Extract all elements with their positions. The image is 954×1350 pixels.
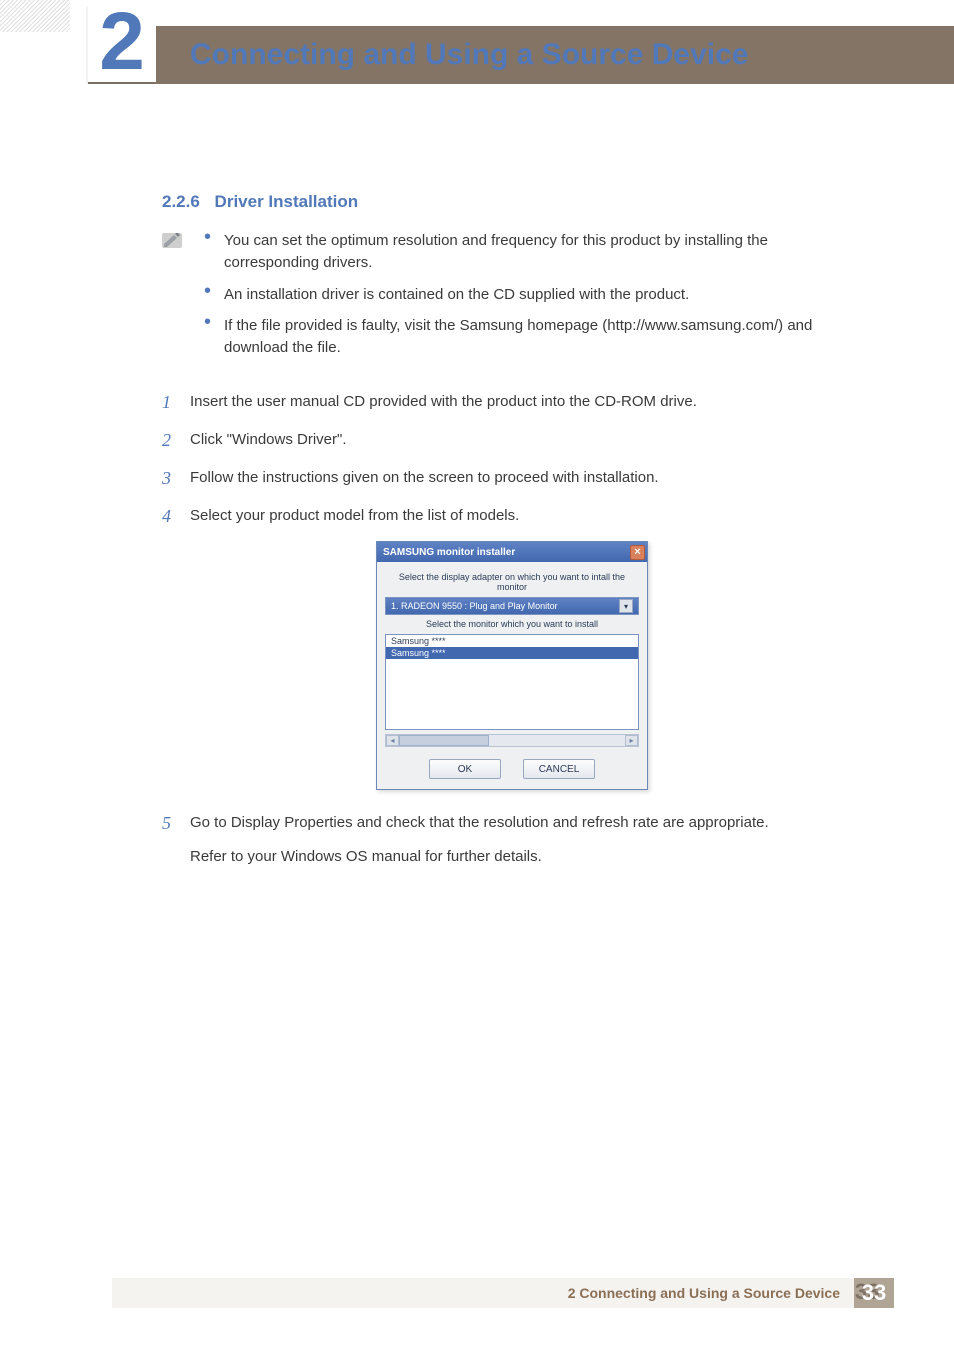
chapter-badge: 2 [88, 2, 156, 82]
ok-button[interactable]: OK [429, 759, 501, 779]
step-text: Click "Windows Driver". [190, 427, 862, 453]
step-item: 4 Select your product model from the lis… [162, 503, 862, 529]
chevron-down-icon: ▾ [619, 599, 633, 613]
installer-dialog: SAMSUNG monitor installer × Select the d… [376, 541, 648, 790]
step-item: 3 Follow the instructions given on the s… [162, 465, 862, 491]
note-item: • You can set the optimum resolution and… [204, 230, 862, 274]
scroll-left-icon[interactable]: ◂ [386, 735, 399, 746]
bullet-icon: • [204, 284, 224, 306]
note-text: An installation driver is contained on t… [224, 284, 862, 306]
step-number: 3 [162, 465, 190, 491]
section-number: 2.2.6 [162, 192, 200, 211]
scroll-thumb[interactable] [399, 735, 489, 746]
dialog-titlebar: SAMSUNG monitor installer × [377, 542, 647, 562]
close-icon[interactable]: × [630, 545, 645, 560]
chapter-title: Connecting and Using a Source Device [190, 26, 748, 84]
monitor-listbox[interactable]: Samsung **** Samsung **** [385, 634, 639, 730]
list-item[interactable]: Samsung **** [386, 647, 638, 659]
step-number: 1 [162, 389, 190, 415]
step-item: 2 Click "Windows Driver". [162, 427, 862, 453]
footer-chapter-label: 2 Connecting and Using a Source Device [112, 1278, 854, 1308]
step-text: Select your product model from the list … [190, 503, 862, 529]
bullet-icon: • [204, 315, 224, 359]
dialog-title: SAMSUNG monitor installer [383, 547, 515, 558]
list-item[interactable]: Samsung **** [386, 635, 638, 647]
step-number: 5 [162, 810, 190, 836]
step-number: 2 [162, 427, 190, 453]
cancel-button[interactable]: CANCEL [523, 759, 595, 779]
note-pencil-icon [162, 233, 182, 248]
note-block: • You can set the optimum resolution and… [162, 230, 862, 369]
header-band-cut [0, 26, 88, 84]
step-text: Insert the user manual CD provided with … [190, 389, 862, 415]
page-footer: 2 Connecting and Using a Source Device 3… [112, 1278, 894, 1308]
note-text: You can set the optimum resolution and f… [224, 230, 862, 274]
note-item: • If the file provided is faulty, visit … [204, 315, 862, 359]
chapter-number: 2 [99, 1, 145, 83]
adapter-select[interactable]: 1. RADEON 9550 : Plug and Play Monitor ▾ [385, 597, 639, 615]
step-item: 1 Insert the user manual CD provided wit… [162, 389, 862, 415]
bullet-icon: • [204, 230, 224, 274]
dialog-label-monitor: Select the monitor which you want to ins… [385, 619, 639, 629]
horizontal-scrollbar[interactable]: ◂ ▸ [385, 734, 639, 747]
section-heading: 2.2.6 Driver Installation [162, 192, 862, 212]
note-text: If the file provided is faulty, visit th… [224, 315, 862, 359]
section-title: Driver Installation [215, 192, 359, 211]
step-extra-text: Refer to your Windows OS manual for furt… [190, 848, 862, 865]
corner-hatch [0, 0, 70, 32]
scroll-track[interactable] [399, 735, 625, 746]
step-number: 4 [162, 503, 190, 529]
step-text: Follow the instructions given on the scr… [190, 465, 862, 491]
scroll-right-icon[interactable]: ▸ [625, 735, 638, 746]
step-item: 5 Go to Display Properties and check tha… [162, 810, 862, 836]
adapter-select-value: 1. RADEON 9550 : Plug and Play Monitor [391, 601, 558, 611]
step-text: Go to Display Properties and check that … [190, 810, 862, 836]
page-number: 33 [854, 1278, 894, 1308]
dialog-label-adapter: Select the display adapter on which you … [385, 572, 639, 592]
note-item: • An installation driver is contained on… [204, 284, 862, 306]
